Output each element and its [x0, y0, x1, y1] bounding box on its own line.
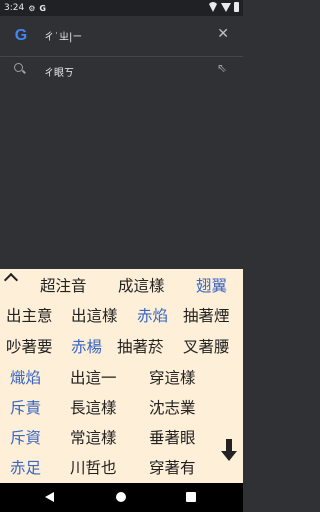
candidate[interactable]: 斥責: [10, 396, 41, 418]
status-bar: 3:24 ⚙ G: [0, 0, 243, 16]
candidate[interactable]: 常這樣: [70, 426, 117, 448]
search-icon: [14, 63, 23, 72]
search-query-text: ㄔ˙ㄓ|ㄧ: [44, 32, 83, 43]
google-logo-icon: G: [14, 27, 28, 44]
candidate[interactable]: 出這一: [70, 366, 117, 388]
candidate[interactable]: 熾焰: [10, 366, 41, 388]
candidate[interactable]: 赤楊: [71, 335, 102, 357]
suggestion-text: ㄔ眼ㄎ: [44, 68, 74, 79]
candidate[interactable]: 超注音: [40, 274, 87, 296]
suggestion-item[interactable]: ㄔ眼ㄎ ⇖: [0, 57, 243, 85]
candidate[interactable]: 出這樣: [71, 304, 118, 326]
gear-icon: ⚙: [28, 3, 36, 13]
home-icon[interactable]: [116, 492, 126, 502]
candidate[interactable]: 出主意: [6, 304, 53, 326]
candidate[interactable]: 赤足: [10, 456, 41, 478]
wifi-icon: [208, 2, 218, 12]
candidate[interactable]: 抽著煙: [183, 304, 230, 326]
candidate[interactable]: 川哲也: [70, 456, 117, 478]
ime-candidate-panel: 超注音 成這樣 翅翼 出主意 出這樣 赤焰 抽著煙 吵著要 赤楊 抽著菸 叉著腰…: [0, 269, 243, 483]
candidate[interactable]: 吵著要: [6, 335, 53, 357]
candidate[interactable]: 赤焰: [137, 304, 168, 326]
candidate[interactable]: 穿這樣: [149, 366, 196, 388]
search-input[interactable]: ㄔ˙ㄓ|ㄧ: [44, 28, 82, 43]
navigation-bar: [0, 483, 243, 512]
candidate[interactable]: 叉著腰: [183, 335, 230, 357]
candidate[interactable]: 穿著有: [149, 456, 196, 478]
search-bar[interactable]: G ㄔ˙ㄓ|ㄧ ✕: [0, 16, 243, 57]
candidate[interactable]: 垂著眼: [149, 426, 196, 448]
more-candidates-down-arrow-icon[interactable]: [221, 439, 237, 465]
candidate[interactable]: 抽著菸: [117, 335, 164, 357]
signal-icon: [221, 2, 231, 12]
collapse-chevron-icon[interactable]: [3, 272, 19, 288]
fill-query-arrow-icon[interactable]: ⇖: [217, 61, 227, 75]
google-g-icon: G: [39, 3, 46, 13]
candidate[interactable]: 長這樣: [70, 396, 117, 418]
candidate[interactable]: 翅翼: [196, 274, 227, 296]
back-icon[interactable]: [45, 492, 54, 502]
clear-icon[interactable]: ✕: [217, 26, 229, 42]
candidate[interactable]: 斥資: [10, 426, 41, 448]
candidate[interactable]: 成這樣: [118, 274, 165, 296]
candidate[interactable]: 沈志業: [149, 396, 196, 418]
status-time: 3:24: [4, 3, 25, 13]
recents-icon[interactable]: [186, 492, 196, 502]
battery-icon: [234, 2, 239, 12]
